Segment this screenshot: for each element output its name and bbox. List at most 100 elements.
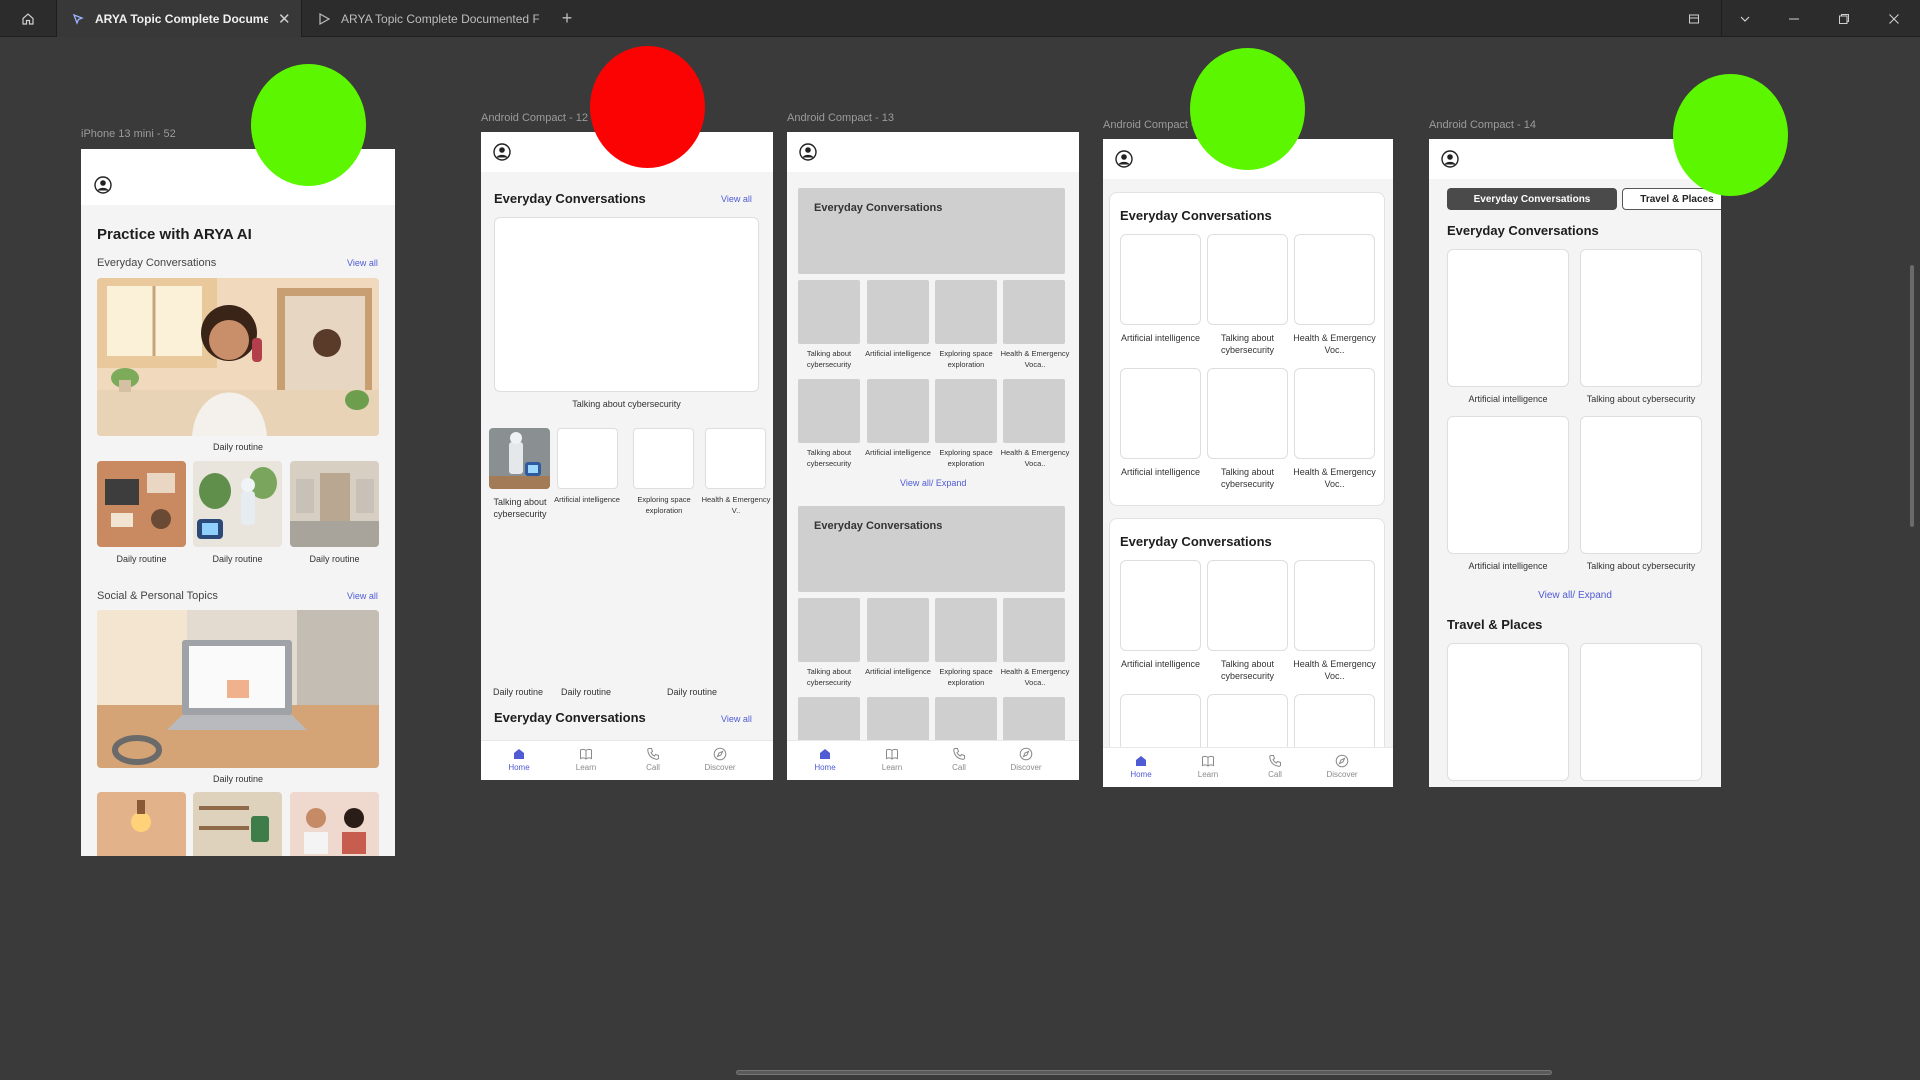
- topic-card[interactable]: [1294, 368, 1375, 459]
- topic-card[interactable]: [1294, 694, 1375, 754]
- topic-card[interactable]: [1207, 694, 1288, 754]
- nav-learn[interactable]: Learn: [862, 747, 922, 772]
- nav-call[interactable]: Call: [929, 747, 989, 772]
- grid-card[interactable]: [798, 280, 860, 344]
- nav-discover[interactable]: Discover: [690, 747, 750, 772]
- nav-discover[interactable]: Discover: [1312, 754, 1372, 779]
- thumb-lamp[interactable]: [97, 792, 186, 856]
- nav-home[interactable]: Home: [795, 747, 855, 772]
- topic-card[interactable]: [1580, 249, 1702, 387]
- banner-card[interactable]: [798, 506, 1065, 592]
- restore-button[interactable]: [1820, 0, 1868, 37]
- grid-caption: Exploring space exploration: [939, 448, 993, 468]
- expand-link[interactable]: View all/ Expand: [1525, 590, 1625, 601]
- grid-card[interactable]: [935, 280, 997, 344]
- view-all-link[interactable]: View all: [347, 258, 378, 268]
- close-icon[interactable]: ✕: [278, 10, 291, 28]
- dropdown-button[interactable]: [1721, 0, 1769, 37]
- topic-card[interactable]: [1120, 368, 1201, 459]
- hero-image-daily-routine[interactable]: [97, 278, 379, 436]
- vertical-scrollbar[interactable]: [1910, 265, 1914, 527]
- horizontal-scrollbar[interactable]: [736, 1070, 1552, 1075]
- thumb-card[interactable]: [633, 428, 694, 489]
- tab-arya-topic-document[interactable]: ARYA Topic Complete Document ✕: [57, 0, 302, 37]
- nav-discover[interactable]: Discover: [996, 747, 1056, 772]
- tray-button[interactable]: [1670, 0, 1718, 37]
- close-window-button[interactable]: [1870, 0, 1918, 37]
- grid-card[interactable]: [867, 280, 929, 344]
- topic-card[interactable]: [1447, 643, 1569, 781]
- profile-icon[interactable]: [94, 176, 112, 194]
- nav-call[interactable]: Call: [1245, 754, 1305, 779]
- book-icon: [580, 748, 592, 760]
- topic-card[interactable]: [1447, 249, 1569, 387]
- thumb-caption: Daily routine: [212, 554, 263, 564]
- frame-iphone-52: Practice with ARYA AI Everyday Conversat…: [81, 149, 395, 856]
- grid-caption: Exploring space exploration: [939, 349, 993, 369]
- topic-card[interactable]: [1207, 368, 1288, 459]
- chip-travel-places[interactable]: Travel & Places: [1622, 188, 1721, 210]
- minimize-button[interactable]: [1770, 0, 1818, 37]
- nav-label: Discover: [1326, 770, 1358, 779]
- thumb-office-hallway[interactable]: [290, 461, 379, 547]
- topic-card[interactable]: [1207, 234, 1288, 325]
- chip-everyday-conversations[interactable]: Everyday Conversations: [1447, 188, 1617, 210]
- home-icon: [514, 749, 524, 759]
- home-icon: [1136, 756, 1146, 766]
- view-all-link[interactable]: View all: [347, 591, 378, 601]
- grid-card[interactable]: [1003, 379, 1065, 443]
- profile-icon[interactable]: [493, 143, 511, 161]
- profile-icon[interactable]: [1441, 150, 1459, 168]
- grid-card[interactable]: [1003, 280, 1065, 344]
- topic-card[interactable]: [1580, 643, 1702, 781]
- book-icon: [886, 748, 898, 760]
- topic-card[interactable]: [1294, 234, 1375, 325]
- topic-card[interactable]: [1207, 560, 1288, 651]
- nav-learn[interactable]: Learn: [556, 747, 616, 772]
- grid-card[interactable]: [798, 379, 860, 443]
- topic-card[interactable]: [1120, 560, 1201, 651]
- new-tab-button[interactable]: +: [556, 8, 578, 30]
- topic-card[interactable]: [1580, 416, 1702, 554]
- topic-card[interactable]: [1447, 416, 1569, 554]
- phone-icon: [647, 748, 659, 760]
- home-icon: [22, 12, 34, 25]
- thumb-robot[interactable]: [489, 428, 550, 489]
- view-all-link[interactable]: View all: [721, 194, 752, 204]
- grid-card[interactable]: [867, 379, 929, 443]
- tab-arya-topic-documented-file[interactable]: ARYA Topic Complete Documented Fi: [303, 0, 543, 37]
- grid-caption: Artificial intelligence: [865, 448, 931, 457]
- topic-card[interactable]: [1120, 234, 1201, 325]
- hero-image-laptop[interactable]: [97, 610, 379, 768]
- thumb-caption: Talking about cybersecurity: [493, 497, 547, 519]
- topic-card[interactable]: [1120, 694, 1201, 754]
- home-button[interactable]: [0, 0, 57, 37]
- topic-caption: Talking about cybersecurity: [1586, 561, 1696, 571]
- nav-call[interactable]: Call: [623, 747, 683, 772]
- hero-card[interactable]: [494, 217, 759, 392]
- profile-icon[interactable]: [1115, 150, 1133, 168]
- grid-card[interactable]: [798, 598, 860, 662]
- thumb-caption: Daily routine: [116, 554, 167, 564]
- topic-card[interactable]: [1294, 560, 1375, 651]
- thumb-conversation[interactable]: [290, 792, 379, 856]
- grid-card[interactable]: [867, 598, 929, 662]
- thumb-robot-plants[interactable]: [193, 461, 282, 547]
- close-icon: [1889, 13, 1899, 24]
- thumb-card[interactable]: [705, 428, 766, 489]
- banner-card[interactable]: [798, 188, 1065, 274]
- nav-label: Learn: [881, 763, 903, 772]
- thumb-desk-items[interactable]: [97, 461, 186, 547]
- thumb-card[interactable]: [557, 428, 618, 489]
- thumb-shelf[interactable]: [193, 792, 282, 856]
- nav-home[interactable]: Home: [1111, 754, 1171, 779]
- grid-caption: Health & Emergency Voca..: [1000, 667, 1070, 687]
- nav-home[interactable]: Home: [489, 747, 549, 772]
- expand-link[interactable]: View all/ Expand: [900, 478, 966, 488]
- grid-card[interactable]: [935, 598, 997, 662]
- grid-card[interactable]: [1003, 598, 1065, 662]
- profile-icon[interactable]: [799, 143, 817, 161]
- view-all-link[interactable]: View all: [721, 714, 752, 724]
- grid-card[interactable]: [935, 379, 997, 443]
- nav-learn[interactable]: Learn: [1178, 754, 1238, 779]
